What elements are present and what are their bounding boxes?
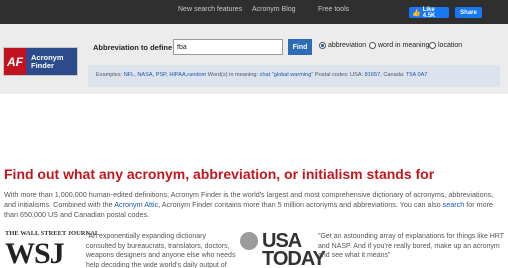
usa-today-wordmark: USA TODAY <box>262 231 326 268</box>
example-link[interactable]: NASA <box>137 72 152 78</box>
like-label: Like 4.5K <box>422 6 436 19</box>
usa-today-quote: "Get an astounding array of explanations… <box>318 233 504 259</box>
examples-prefix: Examples: <box>96 72 123 78</box>
acronym-finder-logo[interactable]: AF Acronym Finder <box>3 47 78 76</box>
intro-text: , Acronym Finder contains more than 5 mi… <box>158 200 443 209</box>
example-link[interactable]: "global warming" <box>272 72 314 78</box>
intro-paragraph: With more than 1,000,000 human-edited de… <box>4 190 506 220</box>
radio-word-in-meaning[interactable]: word in meaning <box>369 42 429 49</box>
facebook-like-button[interactable]: 👍 Like 4.5K <box>409 6 449 19</box>
radio-label: abbreviation <box>328 42 367 49</box>
wsj-quote: "An exponentially expanding dictionary c… <box>86 233 236 268</box>
canada-label: Canada: <box>383 72 405 78</box>
examples-bar: Examples: NFL, NASA, PSP, HIPAA,random W… <box>88 65 500 87</box>
postal-label: Postal codes: USA: <box>314 72 364 78</box>
wsj-logo: WSJ <box>5 237 65 268</box>
nav-new-search-features[interactable]: New search features <box>178 6 242 13</box>
nav-free-tools[interactable]: Free tools <box>318 6 349 13</box>
example-link[interactable]: chat <box>260 72 271 78</box>
usa-postal-link[interactable]: 81657 <box>365 72 381 78</box>
radio-selected-icon <box>319 42 326 49</box>
radio-unselected-icon <box>429 42 436 49</box>
acronym-attic-link[interactable]: Acronym Attic <box>114 200 158 209</box>
thumbs-up-icon: 👍 <box>412 9 421 17</box>
search-input[interactable] <box>173 39 283 55</box>
random-link[interactable]: random <box>187 72 206 78</box>
page-headline: Find out what any acronym, abbreviation,… <box>4 166 435 182</box>
abbreviation-label: Abbreviation to define <box>93 43 173 52</box>
example-link[interactable]: PSP <box>156 72 166 78</box>
top-bar: New search features Acronym Blog Free to… <box>0 0 508 24</box>
logo-name: Acronym Finder <box>26 48 77 75</box>
canada-postal-link[interactable]: T5A 0A7 <box>406 72 427 78</box>
nav-acronym-blog[interactable]: Acronym Blog <box>252 6 296 13</box>
word-meaning-label: Word(s) in meaning: <box>207 72 259 78</box>
radio-location[interactable]: location <box>429 42 462 49</box>
postal-search-link[interactable]: search <box>443 200 465 209</box>
usa-today-line2: TODAY <box>262 248 326 268</box>
find-button[interactable]: Find <box>288 39 312 55</box>
usa-today-circle-icon <box>240 232 258 250</box>
example-link[interactable]: HIPAA <box>169 72 185 78</box>
share-button[interactable]: Share <box>455 7 482 18</box>
radio-label: word in meaning <box>378 42 430 49</box>
radio-abbreviation[interactable]: abbreviation <box>319 42 366 49</box>
logo-name-line2: Finder <box>31 61 54 70</box>
example-link[interactable]: NFL <box>124 72 135 78</box>
radio-label: location <box>438 42 463 49</box>
radio-unselected-icon <box>369 42 376 49</box>
logo-mark: AF <box>4 48 26 75</box>
